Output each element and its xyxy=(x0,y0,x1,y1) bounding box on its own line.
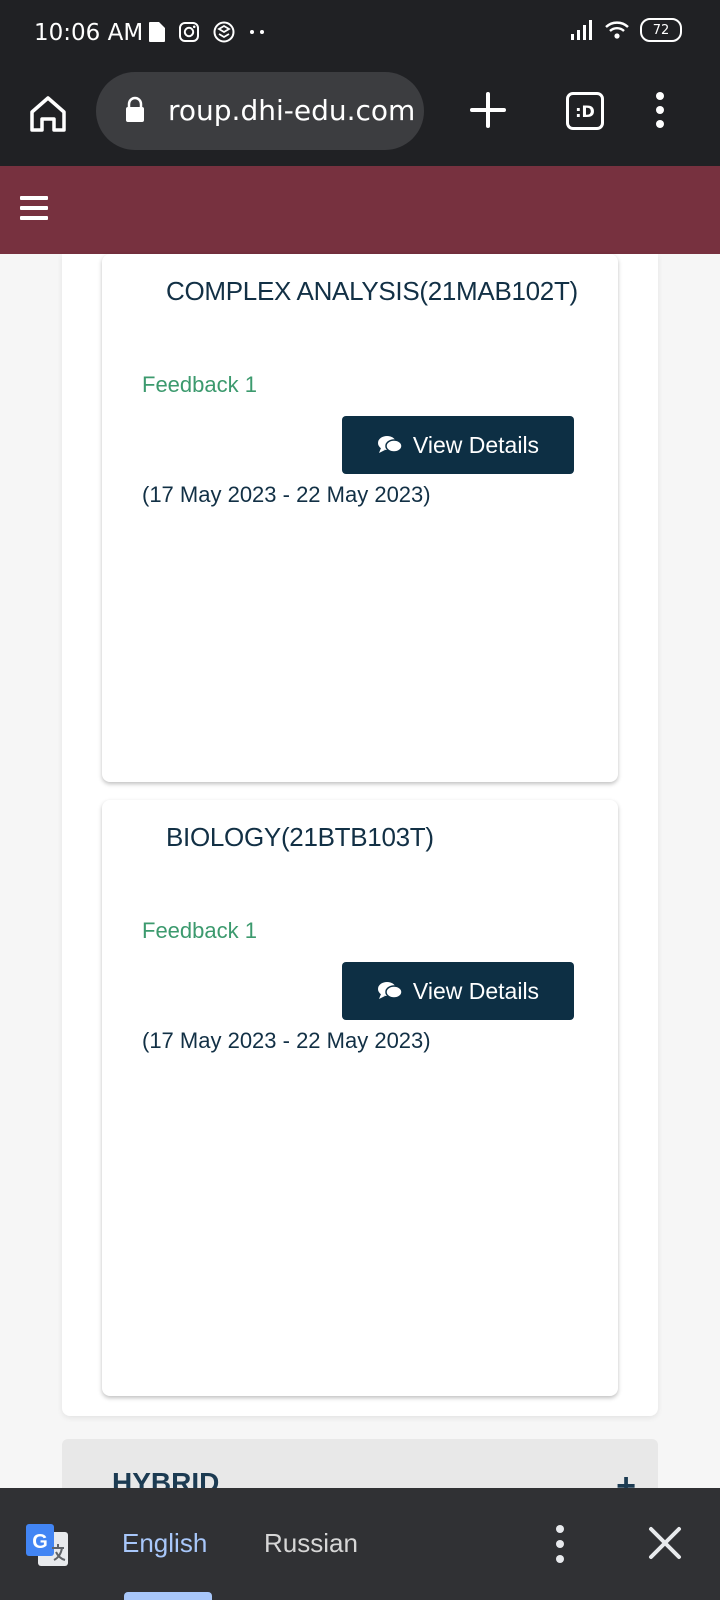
google-translate-icon: G xyxy=(26,1524,68,1566)
file-icon xyxy=(149,22,165,42)
app-header xyxy=(0,166,720,254)
view-details-button[interactable]: View Details xyxy=(342,962,574,1020)
course-title: COMPLEX ANALYSIS(21MAB102T) xyxy=(166,276,578,306)
signal-icon xyxy=(571,20,592,40)
lock-icon xyxy=(126,96,144,122)
browser-toolbar: roup.dhi-edu.com :D xyxy=(0,70,720,166)
feedback-panel: COMPLEX ANALYSIS(21MAB102T) Feedback 1 V… xyxy=(62,254,658,1416)
wifi-icon xyxy=(605,21,629,39)
active-tab-indicator xyxy=(124,1592,212,1600)
feedback-label: Feedback 1 xyxy=(142,372,257,397)
source-language-tab[interactable]: English xyxy=(122,1528,207,1559)
course-card: COMPLEX ANALYSIS(21MAB102T) Feedback 1 V… xyxy=(102,254,618,782)
date-range: (17 May 2023 - 22 May 2023) xyxy=(142,1028,431,1053)
more-dots-icon xyxy=(250,30,264,34)
status-bar: 10:06 AM 72 xyxy=(0,0,720,70)
date-range: (17 May 2023 - 22 May 2023) xyxy=(142,482,431,507)
new-tab-icon[interactable] xyxy=(466,88,510,132)
view-details-label: View Details xyxy=(412,431,540,458)
instagram-icon xyxy=(179,22,199,42)
url-bar[interactable]: roup.dhi-edu.com xyxy=(96,72,424,150)
target-language-tab[interactable]: Russian xyxy=(264,1528,358,1559)
tab-switcher-button[interactable]: :D xyxy=(566,92,604,130)
url-text: roup.dhi-edu.com xyxy=(168,94,416,127)
status-time: 10:06 AM xyxy=(34,20,144,46)
notification-icons xyxy=(148,20,266,44)
browser-menu-icon[interactable] xyxy=(648,90,672,130)
main-content: COMPLEX ANALYSIS(21MAB102T) Feedback 1 V… xyxy=(0,254,720,1519)
close-icon[interactable] xyxy=(646,1524,684,1562)
translate-menu-icon[interactable] xyxy=(548,1522,572,1566)
course-title: BIOLOGY(21BTB103T) xyxy=(166,822,434,852)
battery-icon: 72 xyxy=(640,18,682,42)
hamburger-menu-icon[interactable] xyxy=(20,196,48,220)
comments-icon xyxy=(377,436,403,453)
comments-icon xyxy=(377,982,403,999)
vpn-icon xyxy=(213,21,235,43)
course-card: BIOLOGY(21BTB103T) Feedback 1 View Detai… xyxy=(102,800,618,1396)
home-icon[interactable] xyxy=(24,90,72,138)
view-details-button[interactable]: View Details xyxy=(342,416,574,474)
svg-text:G: G xyxy=(32,1531,48,1553)
system-icons: 72 xyxy=(570,18,682,42)
feedback-label: Feedback 1 xyxy=(142,918,257,943)
translate-bar: G English Russian xyxy=(0,1488,720,1600)
view-details-label: View Details xyxy=(412,977,540,1004)
